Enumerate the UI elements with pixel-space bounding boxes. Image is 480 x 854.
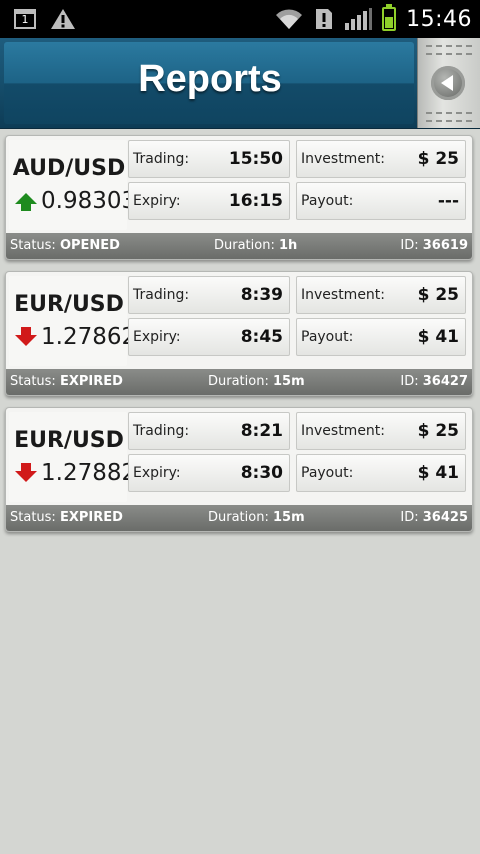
expiry-value: 8:30 [240,463,283,483]
back-arrow-icon [440,75,453,91]
expiry-label: Expiry: [133,329,181,345]
report-card[interactable]: EUR/USD 1.27882 Trading: 8:21 Investment… [5,407,473,532]
id-field: ID: 36619 [400,238,468,253]
expiry-value: 8:45 [240,327,283,347]
currency-pair: EUR/USD [14,292,124,317]
payout-cell: Payout: $ 41 [296,318,466,356]
payout-value: --- [437,191,459,211]
duration-value: 15m [272,374,305,389]
report-status-bar: Status: EXPIRED Duration: 15m ID: 36425 [6,505,472,531]
payout-label: Payout: [301,465,354,481]
payout-value: $ 41 [417,327,459,347]
expiry-label: Expiry: [133,465,181,481]
currency-pair: AUD/USD [12,156,126,181]
payout-label: Payout: [301,329,354,345]
report-status-bar: Status: EXPIRED Duration: 15m ID: 36427 [6,369,472,395]
status-value: EXPIRED [59,374,123,389]
price: 1.27862 [41,324,137,350]
status-value: OPENED [59,238,120,253]
status-label: Status: [10,510,56,525]
trading-cell: Trading: 8:39 [128,276,290,314]
payout-cell: Payout: --- [296,182,466,220]
investment-cell: Investment: $ 25 [296,140,466,178]
expiry-cell: Expiry: 16:15 [128,182,290,220]
report-status-bar: Status: OPENED Duration: 1h ID: 36619 [6,233,472,259]
trading-value: 8:21 [240,421,283,441]
status-label: Status: [10,238,56,253]
trading-label: Trading: [133,151,190,167]
report-card[interactable]: AUD/USD 0.98303 Trading: 15:50 Investmen… [5,135,473,260]
expiry-cell: Expiry: 8:45 [128,318,290,356]
warning-icon [51,9,75,29]
investment-value: $ 25 [417,421,459,441]
duration-label: Duration: [208,510,269,525]
status-field: Status: EXPIRED [10,374,123,389]
id-label: ID: [400,238,419,253]
trading-cell: Trading: 15:50 [128,140,290,178]
back-button[interactable] [431,66,465,100]
pair-box: AUD/USD 0.98303 [9,140,136,230]
duration-field: Duration: 15m [208,510,305,525]
arrow-up-icon [15,192,37,211]
expiry-label: Expiry: [133,193,181,209]
status-field: Status: OPENED [10,238,120,253]
duration-field: Duration: 15m [208,374,305,389]
investment-cell: Investment: $ 25 [296,412,466,450]
alert-icon [316,9,333,29]
arrow-down-icon [15,326,37,346]
calendar-day: 1 [21,13,29,26]
id-field: ID: 36427 [400,374,468,389]
payout-value: $ 41 [417,463,459,483]
arrow-down-icon [15,462,37,482]
investment-value: $ 25 [417,149,459,169]
signal-icon [345,8,373,30]
status-field: Status: EXPIRED [10,510,123,525]
back-button-panel [417,38,480,128]
duration-field: Duration: 1h [214,238,297,253]
investment-label: Investment: [301,151,386,167]
calendar-icon: 1 [14,9,36,29]
status-value: EXPIRED [59,510,123,525]
trading-label: Trading: [133,423,190,439]
id-value: 36427 [422,374,468,389]
investment-cell: Investment: $ 25 [296,276,466,314]
pair-box: EUR/USD 1.27882 [9,412,136,502]
system-status-bar: 1 15:46 [0,0,480,38]
expiry-value: 16:15 [228,191,283,211]
duration-label: Duration: [214,238,275,253]
trading-value: 15:50 [228,149,283,169]
price: 1.27882 [41,460,137,486]
pair-box: EUR/USD 1.27862 [9,276,136,366]
trading-label: Trading: [133,287,190,303]
payout-label: Payout: [301,193,354,209]
status-label: Status: [10,374,56,389]
currency-pair: EUR/USD [14,428,124,453]
clock: 15:46 [406,6,472,32]
duration-value: 1h [278,238,298,253]
duration-label: Duration: [208,374,269,389]
id-label: ID: [400,510,419,525]
trading-cell: Trading: 8:21 [128,412,290,450]
wifi-icon [276,9,303,29]
id-label: ID: [400,374,419,389]
duration-value: 15m [272,510,305,525]
id-value: 36425 [422,510,468,525]
page-title: Reports [138,58,282,100]
payout-cell: Payout: $ 41 [296,454,466,492]
report-card[interactable]: EUR/USD 1.27862 Trading: 8:39 Investment… [5,271,473,396]
trading-value: 8:39 [240,285,283,305]
app-header: Reports [0,38,480,129]
battery-icon [382,4,397,31]
investment-label: Investment: [301,287,386,303]
price: 0.98303 [41,188,137,214]
investment-label: Investment: [301,423,386,439]
expiry-cell: Expiry: 8:30 [128,454,290,492]
investment-value: $ 25 [417,285,459,305]
id-field: ID: 36425 [400,510,468,525]
id-value: 36619 [422,238,468,253]
